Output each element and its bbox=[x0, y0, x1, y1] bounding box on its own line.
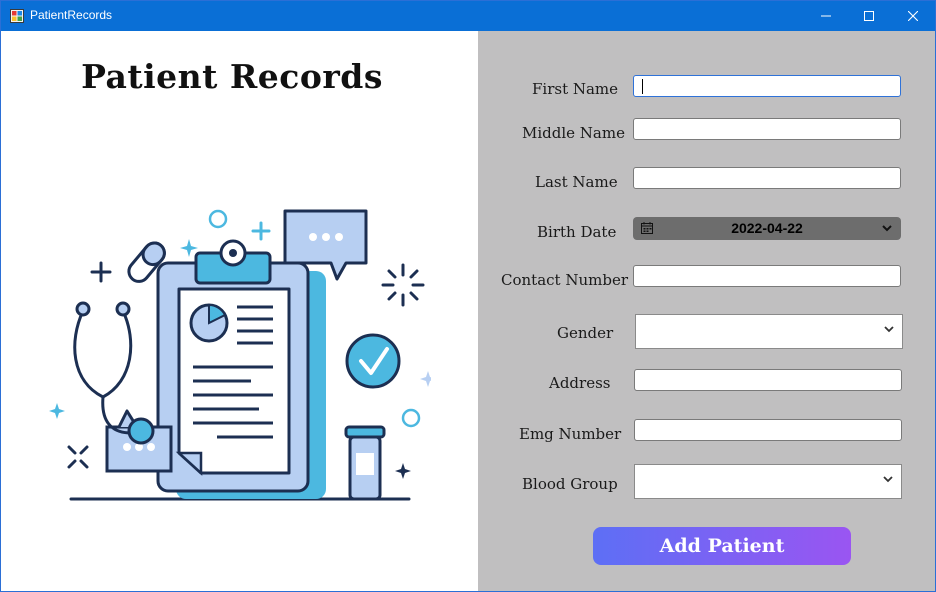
minimize-icon bbox=[821, 15, 831, 17]
blood-group-select[interactable] bbox=[634, 464, 902, 499]
app-window: PatientRecords Patient Records First Nam… bbox=[0, 0, 936, 592]
emg-number-input[interactable] bbox=[634, 419, 902, 441]
maximize-icon bbox=[864, 11, 874, 21]
contact-number-input[interactable] bbox=[633, 265, 901, 287]
chevron-down-icon bbox=[884, 326, 894, 333]
title-bar: PatientRecords bbox=[1, 1, 935, 31]
birth-date-picker[interactable]: 2022-04-22 bbox=[633, 217, 901, 240]
contact-number-label: Contact Number bbox=[501, 271, 628, 289]
gender-label: Gender bbox=[557, 324, 614, 342]
first-name-label: First Name bbox=[532, 80, 619, 98]
first-name-input[interactable] bbox=[633, 75, 901, 97]
app-icon bbox=[10, 9, 24, 23]
window-title: PatientRecords bbox=[30, 8, 113, 22]
birth-date-value: 2022-04-22 bbox=[731, 220, 803, 236]
page-title: Patient Records bbox=[81, 57, 383, 96]
address-input[interactable] bbox=[634, 369, 902, 391]
chevron-down-icon[interactable] bbox=[882, 225, 892, 232]
blood-group-label: Blood Group bbox=[522, 475, 618, 493]
minimize-button[interactable] bbox=[803, 1, 849, 31]
close-icon bbox=[908, 11, 918, 21]
last-name-label: Last Name bbox=[535, 173, 618, 191]
close-button[interactable] bbox=[890, 1, 935, 31]
middle-name-input[interactable] bbox=[633, 118, 901, 140]
gender-select[interactable] bbox=[635, 314, 903, 349]
middle-name-label: Middle Name bbox=[522, 124, 625, 142]
birth-date-label: Birth Date bbox=[537, 223, 617, 241]
form-panel bbox=[478, 31, 935, 591]
text-caret bbox=[642, 79, 643, 94]
medical-records-illustration bbox=[49, 209, 431, 501]
last-name-input[interactable] bbox=[633, 167, 901, 189]
add-patient-button[interactable]: Add Patient bbox=[593, 527, 851, 565]
maximize-button[interactable] bbox=[846, 1, 892, 31]
emg-number-label: Emg Number bbox=[519, 425, 622, 443]
chevron-down-icon bbox=[883, 476, 893, 483]
illustration-panel: Patient Records bbox=[1, 31, 478, 591]
address-label: Address bbox=[549, 374, 611, 392]
